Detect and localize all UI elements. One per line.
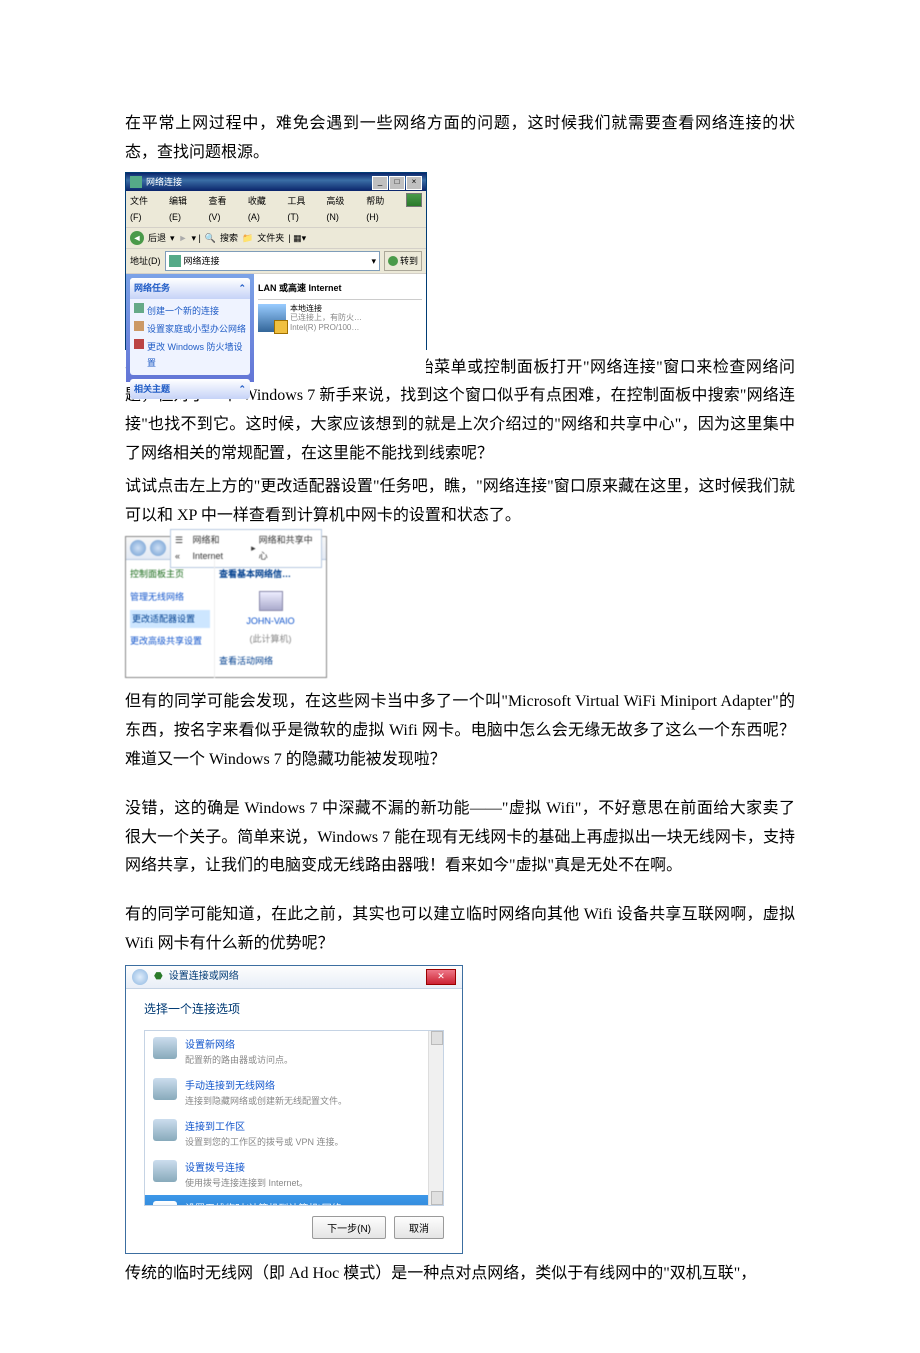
menu-view[interactable]: 查看(V) (208, 193, 237, 225)
win7-main: 查看基本网络信… JOHN-VAIO (此计算机) 查看活动网络 (214, 560, 326, 678)
search-label[interactable]: 搜索 (220, 230, 238, 246)
xp-toolbar: ◄ 后退 ▾ ► ▾ | 🔍 搜索 📁 文件夹 | ▦▾ (126, 228, 426, 249)
active-networks-label: 查看活动网络 (219, 653, 322, 669)
win7-navbar: ☰ « 网络和 Internet ▸ 网络和共享中心 (126, 537, 326, 560)
folders-label[interactable]: 文件夹 (257, 230, 284, 246)
next-button[interactable]: 下一步(N) (312, 1216, 386, 1239)
forward-icon[interactable] (150, 540, 166, 556)
option-new-network[interactable]: 设置新网络配置新的路由器或访问点。 (145, 1031, 443, 1072)
computer-sub: (此计算机) (250, 631, 292, 647)
folders-icon[interactable]: 📁 (242, 230, 253, 246)
xp-menubar: 文件(F) 编辑(E) 查看(V) 收藏(A) 工具(T) 高级(N) 帮助(H… (126, 191, 426, 228)
figure-win7-setup-wizard: ⬣ 设置连接或网络 ✕ 选择一个连接选项 设置新网络配置新的路由器或访问点。 手… (125, 965, 463, 1255)
home-network-icon (134, 321, 144, 331)
network-icon (169, 255, 181, 267)
xp-sidebar: 网络任务 ⌃ 创建一个新的连接 设置家庭或小型办公网络 更改 Windows 防火… (126, 274, 254, 382)
paragraph-adhoc-explain: 传统的临时无线网（即 Ad Hoc 模式）是一种点对点网络，类似于有线网中的"双… (125, 1260, 795, 1289)
manage-wireless-link[interactable]: 管理无线网络 (130, 589, 210, 605)
maximize-button[interactable]: □ (389, 176, 405, 190)
scrollbar[interactable] (428, 1031, 443, 1205)
back-label[interactable]: 后退 (148, 230, 166, 246)
network-tasks-panel: 网络任务 ⌃ 创建一个新的连接 设置家庭或小型办公网络 更改 Windows 防火… (130, 278, 250, 375)
new-network-icon (153, 1037, 177, 1059)
connection-name: 本地连接 (290, 304, 362, 314)
figure-win7-sharing-center: ☰ « 网络和 Internet ▸ 网络和共享中心 控制面板主页 管理无线网络… (125, 536, 327, 678)
window-buttons: _□× (371, 173, 422, 190)
xp-titlebar: 网络连接 _□× (126, 173, 426, 191)
figure-xp-network-connections: 网络连接 _□× 文件(F) 编辑(E) 查看(V) 收藏(A) 工具(T) 高… (125, 172, 427, 350)
close-button[interactable]: × (406, 176, 422, 190)
paragraph-virtual-wifi-discover: 但有的同学可能会发现，在这些网卡当中多了一个叫"Microsoft Virtua… (125, 688, 795, 774)
manual-wireless-icon (153, 1078, 177, 1100)
firewall-icon (134, 339, 144, 349)
back-icon[interactable]: ◄ (130, 231, 144, 245)
task-firewall[interactable]: 更改 Windows 防火墙设置 (134, 338, 246, 372)
task-home-network[interactable]: 设置家庭或小型办公网络 (134, 320, 246, 338)
wizard-titlebar: ⬣ 设置连接或网络 ✕ (126, 966, 462, 989)
document-page: 在平常上网过程中，难免会遇到一些网络方面的问题，这时候我们就需要查看网络连接的状… (0, 0, 920, 1353)
advanced-sharing-link[interactable]: 更改高级共享设置 (130, 633, 210, 649)
basic-info-title: 查看基本网络信… (219, 566, 322, 582)
paragraph-adapter-settings: 试试点击左上方的"更改适配器设置"任务吧，瞧，"网络连接"窗口原来藏在这里，这时… (125, 473, 795, 531)
connection-device: Intel(R) PRO/100… (290, 323, 362, 333)
wizard-options-list: 设置新网络配置新的路由器或访问点。 手动连接到无线网络连接到隐藏网络或创建新无线… (144, 1030, 444, 1206)
task-new-connection[interactable]: 创建一个新的连接 (134, 302, 246, 320)
option-workplace[interactable]: 连接到工作区设置到您的工作区的拨号或 VPN 连接。 (145, 1113, 443, 1154)
forward-icon: ► (179, 230, 188, 246)
xp-main-area: LAN 或高速 Internet 本地连接 已连接上，有防火… Intel(R)… (254, 274, 426, 382)
back-icon[interactable] (130, 540, 146, 556)
menu-adv[interactable]: 高级(N) (326, 193, 356, 225)
wizard-prompt: 选择一个连接选项 (144, 999, 444, 1021)
minimize-button[interactable]: _ (372, 176, 388, 190)
back-icon[interactable] (132, 969, 148, 985)
xp-addressbar: 地址(D) 网络连接 ▾ 转到 (126, 249, 426, 274)
paragraph-intro: 在平常上网过程中，难免会遇到一些网络方面的问题，这时候我们就需要查看网络连接的状… (125, 110, 795, 168)
address-value: 网络连接 (184, 253, 220, 269)
change-adapter-link[interactable]: 更改适配器设置 (130, 610, 210, 628)
paragraph-virtual-wifi-explain: 没错，这的确是 Windows 7 中深藏不漏的新功能——"虚拟 Wifi"，不… (125, 795, 795, 881)
address-field[interactable]: 网络连接 ▾ (165, 251, 380, 271)
xp-window-title: 网络连接 (146, 174, 182, 190)
adhoc-icon (153, 1201, 177, 1207)
search-icon[interactable]: 🔍 (205, 230, 216, 246)
go-button[interactable]: 转到 (384, 251, 422, 271)
cancel-button[interactable]: 取消 (394, 1216, 444, 1239)
menu-tools[interactable]: 工具(T) (287, 193, 316, 225)
dialup-icon (153, 1160, 177, 1182)
paragraph-adhoc-question: 有的同学可能知道，在此之前，其实也可以建立临时网络向其他 Wifi 设备共享互联… (125, 901, 795, 959)
local-connection-item[interactable]: 本地连接 已连接上，有防火… Intel(R) PRO/100… (258, 304, 422, 333)
computer-name: JOHN-VAIO (246, 613, 294, 629)
panel-title: 网络任务 (134, 280, 170, 296)
related-topics-panel: 相关主题 ⌃ (130, 379, 250, 399)
computer-icon (259, 591, 283, 611)
address-label: 地址(D) (130, 253, 161, 269)
workplace-icon (153, 1119, 177, 1141)
lan-group-header: LAN 或高速 Internet (258, 278, 422, 299)
xp-logo-icon (406, 193, 422, 207)
collapse-icon[interactable]: ⌃ (238, 381, 246, 397)
wizard-title: 设置连接或网络 (169, 968, 239, 986)
control-panel-home-link[interactable]: 控制面板主页 (130, 566, 210, 582)
win7-sidebar: 控制面板主页 管理无线网络 更改适配器设置 更改高级共享设置 (126, 560, 214, 678)
menu-file[interactable]: 文件(F) (130, 193, 159, 225)
connection-icon (258, 304, 286, 332)
menu-help[interactable]: 帮助(H) (366, 193, 396, 225)
connection-status: 已连接上，有防火… (290, 313, 362, 323)
option-adhoc-selected[interactable]: 设置无线临时(计算机到计算机)网络设置临时网络，用于共享文件或 Internet… (145, 1195, 443, 1207)
wizard-glyph-icon: ⬣ (154, 968, 163, 986)
new-connection-icon (134, 303, 144, 313)
option-dialup[interactable]: 设置拨号连接使用拨号连接连接到 Internet。 (145, 1154, 443, 1195)
menu-fav[interactable]: 收藏(A) (248, 193, 277, 225)
menu-edit[interactable]: 编辑(E) (169, 193, 198, 225)
close-button[interactable]: ✕ (426, 969, 456, 985)
related-title: 相关主题 (134, 381, 170, 397)
option-manual-wireless[interactable]: 手动连接到无线网络连接到隐藏网络或创建新无线配置文件。 (145, 1072, 443, 1113)
go-icon (388, 256, 398, 266)
network-icon (130, 176, 142, 188)
collapse-icon[interactable]: ⌃ (238, 280, 246, 296)
